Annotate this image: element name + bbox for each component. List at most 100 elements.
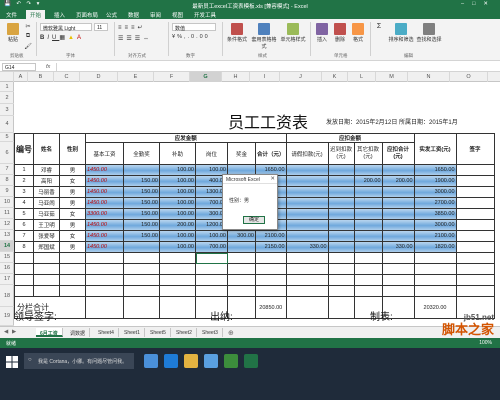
tab-page-layout[interactable]: 页面布局 <box>74 11 100 19</box>
cell-other[interactable] <box>353 208 383 220</box>
cell-net[interactable]: 2100.00 <box>413 230 457 242</box>
cell-attend[interactable]: 150.00 <box>123 197 160 209</box>
tab-review[interactable]: 审阅 <box>148 11 163 19</box>
cell-sign[interactable] <box>455 219 495 231</box>
cell-leave[interactable] <box>285 197 329 209</box>
tab-insert[interactable]: 插入 <box>52 11 67 19</box>
table-row[interactable]: 7 张爱琴 女 1450.00 150.00 100.00 100.00 300… <box>14 230 495 242</box>
table-row[interactable] <box>14 285 495 297</box>
edge-browser-icon[interactable] <box>164 354 178 368</box>
sheet-tab[interactable]: Sheet3 <box>198 328 223 337</box>
tab-view[interactable]: 视图 <box>170 11 185 19</box>
sheet-tab[interactable]: Sheet2 <box>172 328 197 337</box>
cell-name[interactable]: 马亚茹 <box>33 208 60 220</box>
cell-no[interactable]: 8 <box>14 241 34 253</box>
font-size-box[interactable]: 11 <box>94 23 108 31</box>
windows-logo-icon[interactable] <box>6 356 18 368</box>
wrap-text-icon[interactable]: ↵ <box>138 25 146 31</box>
cell-no[interactable]: 2 <box>14 175 34 187</box>
cell-base[interactable]: 1450.00 <box>85 175 124 187</box>
cell-net[interactable]: 3000.00 <box>413 219 457 231</box>
table-row[interactable] <box>14 252 495 264</box>
cell-name[interactable]: 邓睿 <box>33 164 60 176</box>
cell-name[interactable]: 张爱琴 <box>33 230 60 242</box>
cell-total[interactable]: 2150.00 <box>255 241 287 253</box>
format-button[interactable]: 格式 <box>350 23 366 43</box>
sort-filter-button[interactable]: 排序和筛选 <box>388 23 414 43</box>
tab-developer[interactable]: 开发工具 <box>192 11 218 19</box>
cell-leave[interactable]: 330.00 <box>285 241 329 253</box>
cell-other[interactable] <box>353 164 383 176</box>
copy-icon[interactable]: ⧉ <box>24 33 32 40</box>
sheet-tab[interactable]: 调数据 <box>66 328 91 337</box>
align-buttons-top[interactable]: ≡≡≡↵ <box>118 24 162 31</box>
conditional-format-button[interactable]: 条件格式 <box>226 23 248 43</box>
find-select-button[interactable]: 查找和选择 <box>416 23 442 43</box>
cell-name[interactable]: 王卫明 <box>33 219 60 231</box>
cell-late[interactable] <box>327 197 355 209</box>
cell-gender[interactable]: 女 <box>59 230 86 242</box>
row-header[interactable]: 6 <box>0 142 14 164</box>
cell-net[interactable]: 1900.00 <box>413 175 457 187</box>
cell-deduct-total[interactable]: 330.00 <box>381 241 415 253</box>
cell-deduct-total[interactable] <box>381 219 415 231</box>
cell-net[interactable]: 1650.00 <box>413 164 457 176</box>
cell-late[interactable] <box>327 241 355 253</box>
cell-base[interactable]: 1450.00 <box>85 164 124 176</box>
font-style-buttons[interactable]: BIU▦▲A <box>40 34 100 41</box>
row-header[interactable]: 12 <box>0 219 14 230</box>
table-row[interactable]: 8 郑国斌 男 1450.00 100.00 700.00 2150.00 33… <box>14 241 495 253</box>
column-header[interactable]: E <box>118 72 154 82</box>
cell-sign[interactable] <box>455 197 495 209</box>
cell-base[interactable]: 3300.00 <box>85 208 124 220</box>
cell-base[interactable]: 1450.00 <box>85 197 124 209</box>
cell-sign[interactable] <box>455 208 495 220</box>
cell-no[interactable]: 6 <box>14 219 34 231</box>
row-header[interactable]: 15 <box>0 252 14 263</box>
column-header[interactable]: D <box>80 72 118 82</box>
subtotal-total[interactable]: 20850.00 <box>255 296 287 319</box>
percent-icon[interactable]: % <box>177 34 184 40</box>
cut-icon[interactable]: ✂ <box>24 23 32 30</box>
row-header[interactable]: 1 <box>0 82 14 92</box>
sheet-tab[interactable]: 6月工资 <box>36 328 63 337</box>
cell-base[interactable]: 1450.00 <box>85 186 124 198</box>
column-header[interactable]: K <box>322 72 348 82</box>
app-icon[interactable] <box>224 354 238 368</box>
formula-input[interactable] <box>56 63 496 71</box>
row-header[interactable]: 7 <box>0 164 14 175</box>
cell-other[interactable] <box>353 197 383 209</box>
fill-color-icon[interactable]: ▲ <box>68 35 77 41</box>
cell-sign[interactable] <box>455 230 495 242</box>
cell-late[interactable] <box>327 175 355 187</box>
cell-other[interactable] <box>353 241 383 253</box>
cell-leave[interactable] <box>285 208 329 220</box>
excel-taskbar-icon[interactable] <box>244 354 258 368</box>
cell-deduct-total[interactable] <box>381 197 415 209</box>
column-header[interactable]: H <box>222 72 250 82</box>
number-buttons[interactable]: ¥%,.0.00 <box>172 34 216 40</box>
cell-other[interactable]: 200.00 <box>353 175 383 187</box>
cell-subsidy[interactable]: 200.00 <box>159 219 196 231</box>
border-icon[interactable]: ▦ <box>59 35 68 41</box>
number-format-box[interactable]: 数值 <box>172 23 216 32</box>
merge-icon[interactable]: ⇔ <box>143 36 152 42</box>
table-row[interactable] <box>14 263 495 275</box>
row-header[interactable]: 14 <box>0 241 14 252</box>
align-buttons-bottom[interactable]: ☰☰☰⇔ <box>118 35 162 42</box>
cell-late[interactable] <box>327 164 355 176</box>
row-header[interactable]: 9 <box>0 186 14 197</box>
cell-gender[interactable]: 男 <box>59 186 86 198</box>
column-header[interactable]: C <box>54 72 80 82</box>
cell-sign[interactable] <box>455 175 495 187</box>
insert-button[interactable]: 插入 <box>314 23 330 43</box>
tab-formulas[interactable]: 公式 <box>104 11 119 19</box>
row-header[interactable]: 3 <box>0 104 14 116</box>
cell-no[interactable]: 3 <box>14 186 34 198</box>
cell-gender[interactable]: 男 <box>59 219 86 231</box>
row-header[interactable]: 16 <box>0 263 14 274</box>
select-all-corner[interactable] <box>0 72 14 82</box>
tab-file[interactable]: 文件 <box>4 11 19 19</box>
cell-gender[interactable]: 女 <box>59 208 86 220</box>
cell-subsidy[interactable]: 100.00 <box>159 164 196 176</box>
